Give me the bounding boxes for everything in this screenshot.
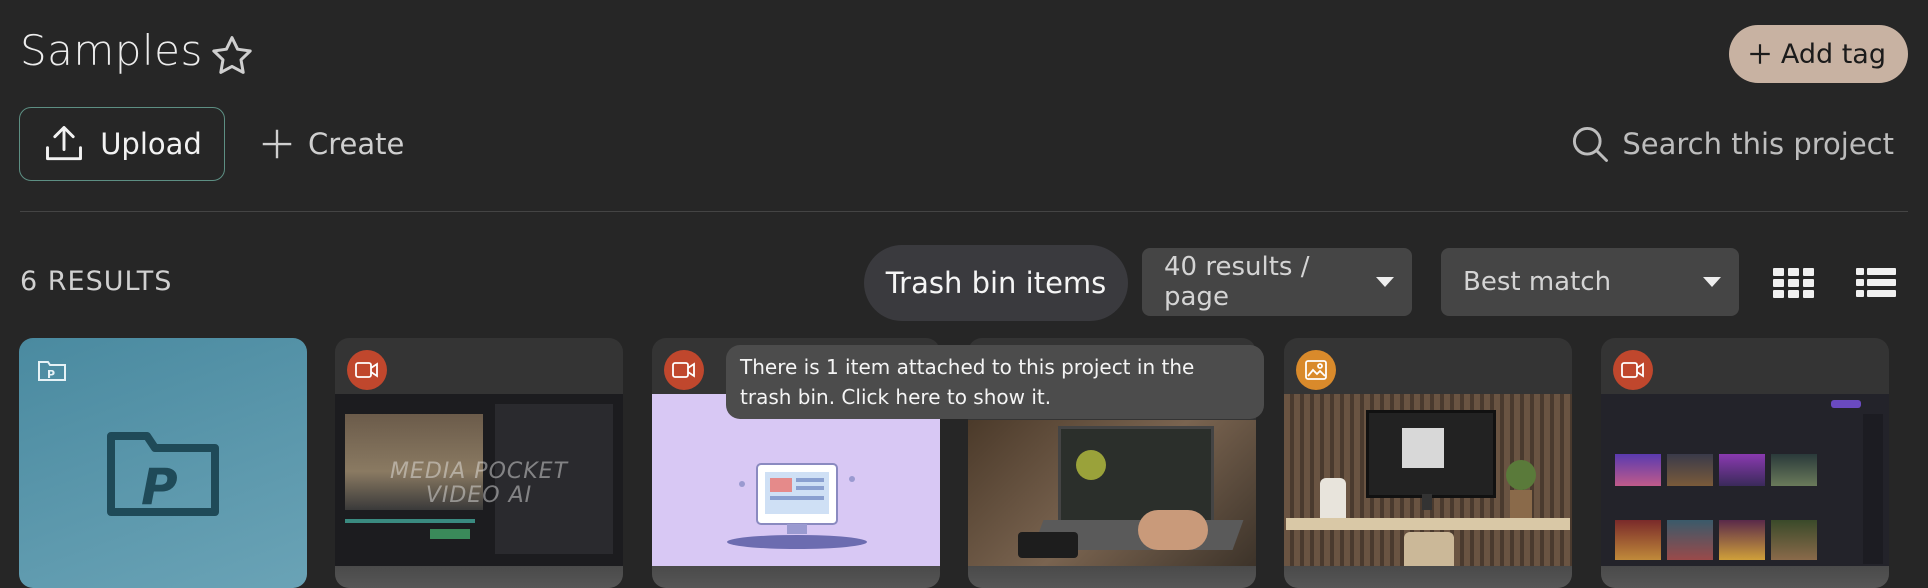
video-badge [347, 350, 387, 390]
project-folder-icon: P [107, 432, 219, 516]
caret-down-icon [1703, 277, 1721, 287]
trash-bin-tooltip[interactable]: There is 1 item attached to this project… [726, 345, 1264, 419]
per-page-value: 40 results / page [1164, 252, 1310, 312]
media-card[interactable] [1284, 338, 1572, 588]
plus-icon [1750, 44, 1770, 64]
search-field[interactable]: Search this project [1568, 107, 1894, 181]
video-thumbnail: MEDIA POCKET VIDEO AI [335, 394, 623, 574]
grid-view-icon[interactable] [1773, 268, 1815, 298]
overlay-text: VIDEO AI [425, 483, 533, 508]
create-label: Create [308, 127, 405, 161]
sort-value: Best match [1463, 267, 1612, 297]
video-camera-icon [355, 362, 378, 378]
results-count: 6 RESULTS [20, 266, 173, 297]
caret-down-icon [1376, 277, 1394, 287]
per-page-select[interactable]: 40 results / page [1142, 248, 1412, 316]
create-button[interactable]: Create [258, 107, 404, 181]
overlay-text: MEDIA POCKET [389, 459, 569, 484]
video-badge [1613, 350, 1653, 390]
upload-icon [46, 126, 83, 161]
svg-text:P: P [141, 458, 178, 516]
list-view-icon[interactable] [1856, 268, 1896, 298]
trash-bin-button[interactable]: Trash bin items [864, 245, 1128, 321]
svg-text:P: P [47, 368, 55, 381]
search-icon [1573, 126, 1609, 162]
add-tag-button[interactable]: Add tag [1728, 25, 1908, 83]
star-icon[interactable] [208, 32, 256, 80]
divider [20, 211, 1908, 212]
image-icon [1305, 360, 1327, 380]
video-camera-icon [1621, 362, 1644, 378]
project-folder-icon: P [38, 361, 66, 381]
image-badge [1296, 350, 1336, 390]
upload-button[interactable]: Upload [19, 107, 225, 181]
media-card[interactable]: P P [19, 338, 307, 588]
search-input[interactable]: Search this project [1622, 127, 1894, 161]
video-camera-icon [672, 362, 695, 378]
media-card[interactable]: MEDIA POCKET VIDEO AI [335, 338, 623, 588]
video-thumbnail [652, 394, 940, 574]
plus-icon [262, 129, 292, 159]
video-thumbnail [1601, 394, 1889, 574]
video-badge [664, 350, 704, 390]
media-card[interactable] [1601, 338, 1889, 588]
image-thumbnail [1284, 394, 1572, 574]
video-thumbnail [968, 420, 1256, 574]
upload-label: Upload [100, 127, 202, 161]
add-tag-label: Add tag [1780, 38, 1886, 70]
page-title: Samples [20, 26, 203, 75]
sort-select[interactable]: Best match [1441, 248, 1739, 316]
